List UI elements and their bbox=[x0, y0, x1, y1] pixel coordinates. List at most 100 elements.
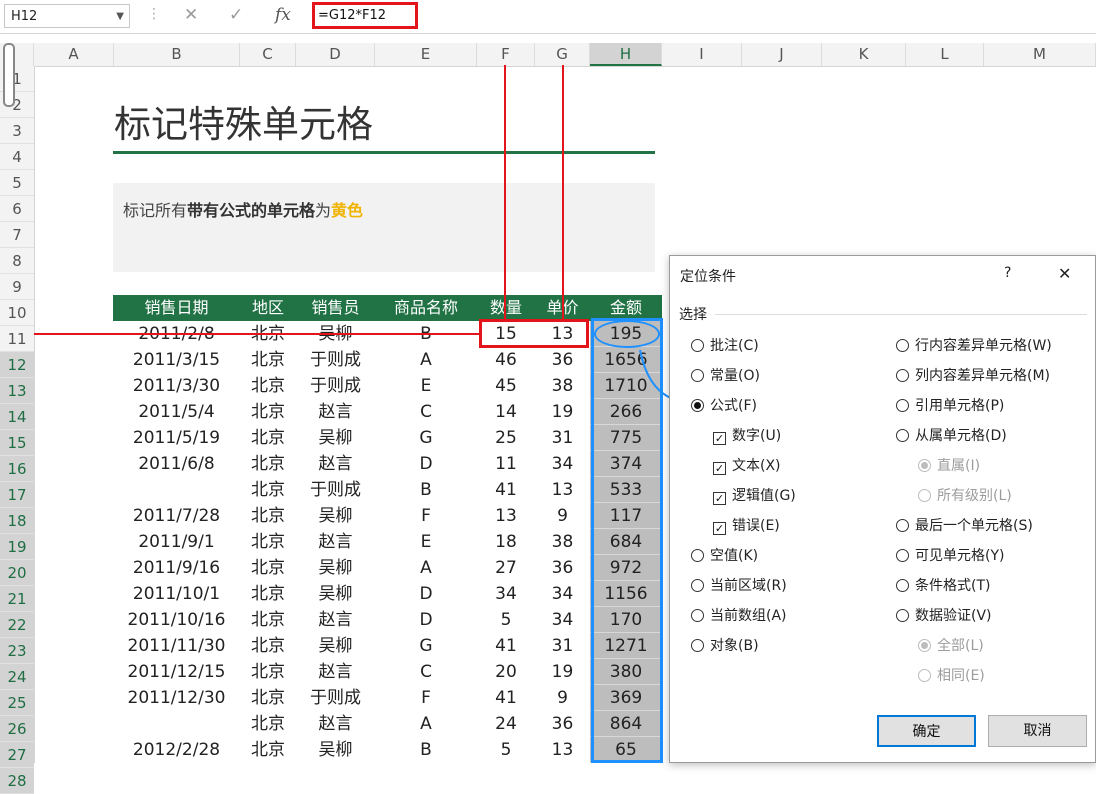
column-header-l[interactable]: L bbox=[906, 43, 984, 66]
radio-left-10[interactable]: 对象(B) bbox=[691, 636, 759, 656]
table-cell[interactable]: 34 bbox=[535, 451, 590, 477]
radio-right-0[interactable]: 行内容差异单元格(W) bbox=[896, 336, 1052, 356]
column-header-b[interactable]: B bbox=[114, 43, 240, 66]
table-cell[interactable]: A bbox=[375, 347, 477, 373]
radio-left-0[interactable]: 批注(C) bbox=[691, 336, 759, 356]
row-header-27[interactable]: 27 bbox=[0, 742, 34, 768]
row-header-25[interactable]: 25 bbox=[0, 690, 34, 716]
row-header-14[interactable]: 14 bbox=[0, 404, 34, 430]
row-header-15[interactable]: 15 bbox=[0, 430, 34, 456]
row-header-22[interactable]: 22 bbox=[0, 612, 34, 638]
row-header-3[interactable]: 3 bbox=[0, 118, 34, 144]
table-cell[interactable]: 北京 bbox=[240, 711, 296, 737]
table-cell[interactable]: 41 bbox=[477, 685, 535, 711]
formula-input[interactable]: =G12*F12 bbox=[312, 2, 418, 29]
close-icon[interactable]: ✕ bbox=[1058, 264, 1071, 283]
table-cell[interactable]: 吴柳 bbox=[296, 581, 375, 607]
table-cell[interactable]: 34 bbox=[477, 581, 535, 607]
row-header-21[interactable]: 21 bbox=[0, 586, 34, 612]
table-cell[interactable]: 27 bbox=[477, 555, 535, 581]
table-cell[interactable]: 于则成 bbox=[296, 685, 375, 711]
table-cell[interactable]: 北京 bbox=[240, 347, 296, 373]
radio-left-2[interactable]: 公式(F) bbox=[691, 396, 757, 416]
more-options-icon[interactable]: ⋮ bbox=[147, 6, 161, 22]
table-cell[interactable]: A bbox=[375, 555, 477, 581]
table-cell[interactable]: 赵言 bbox=[296, 607, 375, 633]
table-cell[interactable]: G bbox=[375, 425, 477, 451]
table-cell[interactable]: 20 bbox=[477, 659, 535, 685]
row-header-6[interactable]: 6 bbox=[0, 196, 34, 222]
table-cell[interactable]: 5 bbox=[477, 607, 535, 633]
table-cell[interactable]: 2011/12/30 bbox=[113, 685, 240, 711]
row-header-13[interactable]: 13 bbox=[0, 378, 34, 404]
table-cell[interactable]: 19 bbox=[535, 659, 590, 685]
table-cell[interactable]: E bbox=[375, 529, 477, 555]
table-cell[interactable]: 吴柳 bbox=[296, 425, 375, 451]
table-cell[interactable]: 于则成 bbox=[296, 477, 375, 503]
checkbox-left-5[interactable]: ✓ 逻辑值(G) bbox=[713, 486, 796, 506]
table-cell[interactable]: 北京 bbox=[240, 685, 296, 711]
table-cell[interactable]: 吴柳 bbox=[296, 555, 375, 581]
table-cell[interactable]: C bbox=[375, 399, 477, 425]
table-cell[interactable]: 北京 bbox=[240, 633, 296, 659]
radio-right-6[interactable]: 最后一个单元格(S) bbox=[896, 516, 1033, 536]
enter-icon[interactable]: ✓ bbox=[229, 5, 243, 25]
table-cell[interactable]: 北京 bbox=[240, 503, 296, 529]
row-header-18[interactable]: 18 bbox=[0, 508, 34, 534]
table-cell[interactable]: 13 bbox=[535, 737, 590, 763]
table-cell[interactable]: 5 bbox=[477, 737, 535, 763]
radio-right-8[interactable]: 条件格式(T) bbox=[896, 576, 990, 596]
table-cell[interactable]: 赵言 bbox=[296, 451, 375, 477]
table-cell[interactable]: 2011/11/30 bbox=[113, 633, 240, 659]
table-cell[interactable]: 北京 bbox=[240, 555, 296, 581]
table-cell[interactable]: 北京 bbox=[240, 737, 296, 763]
table-cell[interactable]: E bbox=[375, 373, 477, 399]
table-cell[interactable]: 36 bbox=[535, 555, 590, 581]
table-cell[interactable]: 2011/5/4 bbox=[113, 399, 240, 425]
row-header-23[interactable]: 23 bbox=[0, 638, 34, 664]
table-cell[interactable]: 34 bbox=[535, 581, 590, 607]
table-cell[interactable] bbox=[113, 477, 240, 503]
column-header-a[interactable]: A bbox=[34, 43, 114, 66]
cancel-button[interactable]: 取消 bbox=[988, 715, 1087, 747]
cancel-icon[interactable]: ✕ bbox=[184, 5, 198, 25]
table-cell[interactable]: 45 bbox=[477, 373, 535, 399]
table-cell[interactable]: 北京 bbox=[240, 399, 296, 425]
table-cell[interactable]: 2011/10/1 bbox=[113, 581, 240, 607]
table-cell[interactable]: F bbox=[375, 503, 477, 529]
row-header-24[interactable]: 24 bbox=[0, 664, 34, 690]
table-cell[interactable]: 46 bbox=[477, 347, 535, 373]
column-header-g[interactable]: G bbox=[535, 43, 590, 66]
row-header-20[interactable]: 20 bbox=[0, 560, 34, 586]
column-header-h[interactable]: H bbox=[590, 43, 662, 66]
table-cell[interactable]: G bbox=[375, 633, 477, 659]
column-header-j[interactable]: J bbox=[742, 43, 822, 66]
table-cell[interactable]: 38 bbox=[535, 373, 590, 399]
radio-left-8[interactable]: 当前区域(R) bbox=[691, 576, 787, 596]
row-header-5[interactable]: 5 bbox=[0, 170, 34, 196]
table-cell[interactable]: 赵言 bbox=[296, 659, 375, 685]
table-cell[interactable]: 北京 bbox=[240, 607, 296, 633]
fx-icon[interactable]: fx bbox=[275, 5, 291, 25]
table-cell[interactable]: B bbox=[375, 737, 477, 763]
radio-right-2[interactable]: 引用单元格(P) bbox=[896, 396, 1004, 416]
help-icon[interactable]: ? bbox=[1004, 265, 1011, 281]
row-header-11[interactable]: 11 bbox=[0, 326, 34, 352]
table-cell[interactable]: 2011/6/8 bbox=[113, 451, 240, 477]
radio-right-9[interactable]: 数据验证(V) bbox=[896, 606, 992, 626]
table-cell[interactable]: 北京 bbox=[240, 373, 296, 399]
row-header-28[interactable]: 28 bbox=[0, 768, 34, 794]
row-header-9[interactable]: 9 bbox=[0, 274, 34, 300]
table-cell[interactable]: 9 bbox=[535, 685, 590, 711]
table-cell[interactable]: 9 bbox=[535, 503, 590, 529]
table-cell[interactable]: 北京 bbox=[240, 529, 296, 555]
row-header-4[interactable]: 4 bbox=[0, 144, 34, 170]
table-cell[interactable]: 北京 bbox=[240, 659, 296, 685]
radio-right-7[interactable]: 可见单元格(Y) bbox=[896, 546, 1004, 566]
table-cell[interactable]: 于则成 bbox=[296, 347, 375, 373]
table-cell[interactable]: D bbox=[375, 607, 477, 633]
table-cell[interactable]: 吴柳 bbox=[296, 633, 375, 659]
column-header-d[interactable]: D bbox=[296, 43, 375, 66]
row-header-7[interactable]: 7 bbox=[0, 222, 34, 248]
table-cell[interactable]: 13 bbox=[477, 503, 535, 529]
